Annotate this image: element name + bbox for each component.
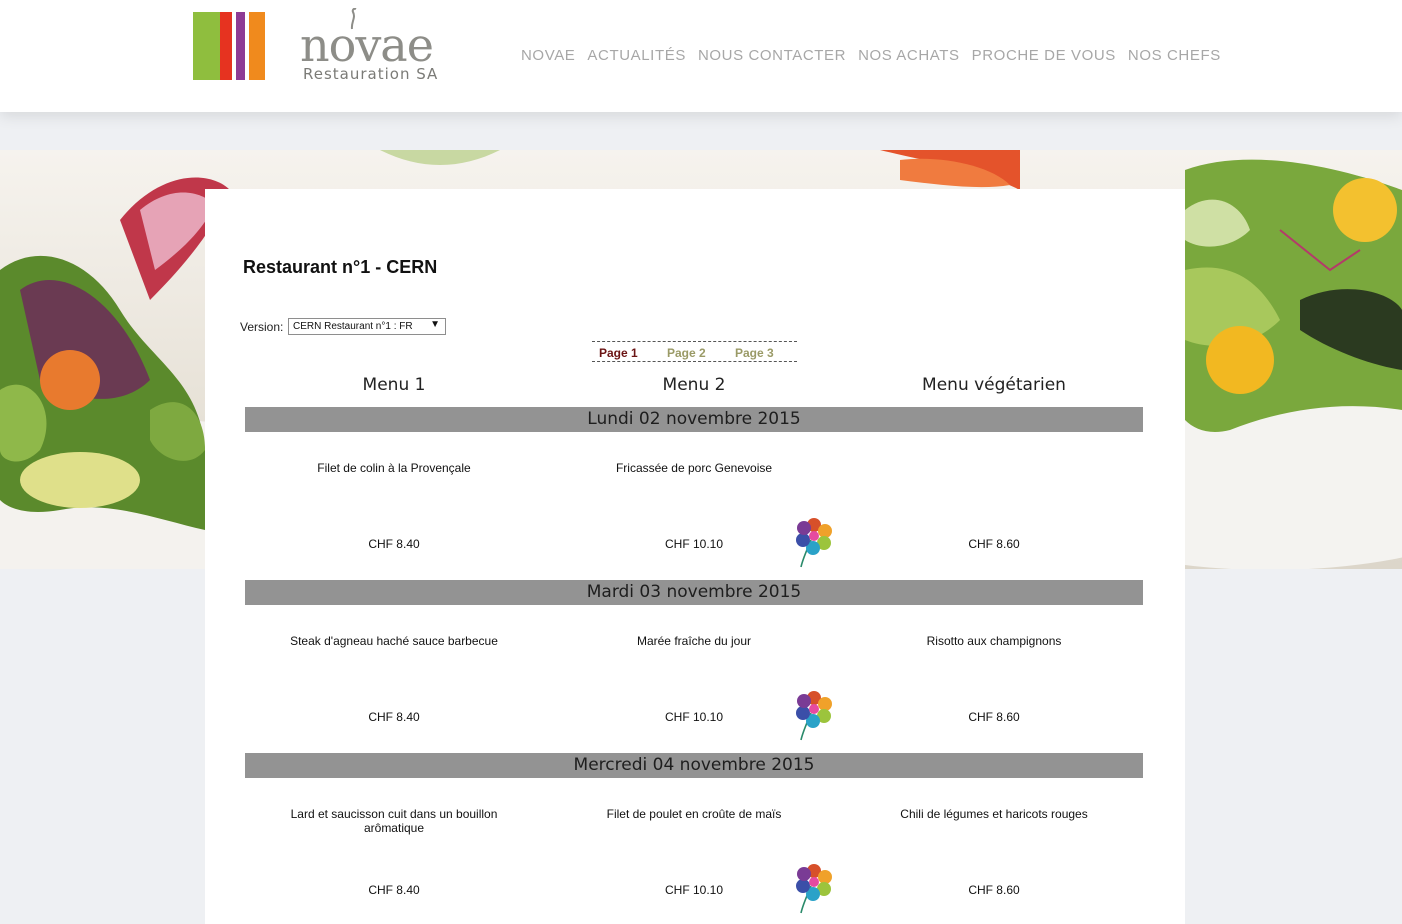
logo[interactable]: novae Restauration SA — [300, 8, 460, 88]
page-link-1[interactable]: Page 1 — [599, 346, 638, 360]
nav-nous-contacter[interactable]: NOUS CONTACTER — [698, 47, 846, 64]
dish-menu-1: Lard et saucisson cuit dans un bouillon … — [290, 807, 498, 835]
menu-card: Restaurant n°1 - CERN Version: CERN Rest… — [205, 189, 1185, 924]
version-selected-value: CERN Restaurant n°1 : FR — [293, 321, 413, 332]
price-menu-1: CHF 8.40 — [368, 883, 420, 897]
logo-stripe-red — [220, 12, 232, 80]
nav-nos-chefs[interactable]: NOS CHEFS — [1128, 47, 1221, 64]
logo-stripe-orange — [249, 12, 265, 80]
price-menu-vegetarien: CHF 8.60 — [968, 537, 1020, 551]
version-label: Version: — [240, 320, 284, 334]
price-menu-2: CHF 10.10 — [664, 883, 724, 897]
price-menu-1: CHF 8.40 — [368, 710, 420, 724]
price-menu-2: CHF 10.10 — [664, 710, 724, 724]
logo-wordmark: novae — [300, 18, 434, 72]
flower-label-icon — [796, 864, 832, 914]
version-select[interactable]: CERN Restaurant n°1 : FR ▼ — [288, 318, 446, 335]
dish-menu-vegetarien: Chili de légumes et haricots rouges — [900, 807, 1088, 821]
dish-menu-1: Filet de colin à la Provençale — [317, 461, 471, 475]
logo-stripe-green — [193, 12, 220, 80]
logo-stripe-purple — [236, 12, 245, 80]
dish-menu-2: Filet de poulet en croûte de maïs — [606, 807, 782, 821]
main-nav: NOVAE ACTUALITÉS NOUS CONTACTER NOS ACHA… — [521, 47, 1221, 64]
site-header: novae Restauration SA NOVAE ACTUALITÉS N… — [0, 0, 1402, 112]
nav-novae[interactable]: NOVAE — [521, 47, 575, 64]
price-menu-2: CHF 10.10 — [664, 537, 724, 551]
nav-actualites[interactable]: ACTUALITÉS — [587, 47, 686, 64]
flower-label-icon — [796, 691, 832, 741]
dish-menu-2: Marée fraîche du jour — [636, 634, 752, 648]
dish-menu-2: Fricassée de porc Genevoise — [615, 461, 773, 475]
column-header-menu-1: Menu 1 — [362, 375, 426, 395]
dropdown-arrow-icon: ▼ — [430, 319, 440, 330]
pagination: Page 1 Page 2 Page 3 — [592, 341, 797, 362]
price-menu-vegetarien: CHF 8.60 — [968, 710, 1020, 724]
day-header: Mercredi 04 novembre 2015 — [245, 753, 1143, 778]
dish-menu-vegetarien: Risotto aux champignons — [926, 634, 1062, 648]
logo-subtitle: Restauration SA — [303, 65, 439, 83]
dish-menu-1: Steak d'agneau haché sauce barbecue — [290, 634, 498, 648]
flower-label-icon — [796, 518, 832, 568]
logo-stripes[interactable] — [193, 12, 265, 80]
nav-proche-de-vous[interactable]: PROCHE DE VOUS — [972, 47, 1116, 64]
column-header-menu-2: Menu 2 — [662, 375, 726, 395]
price-menu-vegetarien: CHF 8.60 — [968, 883, 1020, 897]
page-link-2[interactable]: Page 2 — [667, 346, 706, 360]
day-header: Lundi 02 novembre 2015 — [245, 407, 1143, 432]
column-header-menu-vegetarien: Menu végétarien — [922, 375, 1066, 395]
page-link-3[interactable]: Page 3 — [735, 346, 774, 360]
page-title: Restaurant n°1 - CERN — [243, 257, 438, 277]
nav-nos-achats[interactable]: NOS ACHATS — [858, 47, 960, 64]
day-header: Mardi 03 novembre 2015 — [245, 580, 1143, 605]
price-menu-1: CHF 8.40 — [368, 537, 420, 551]
